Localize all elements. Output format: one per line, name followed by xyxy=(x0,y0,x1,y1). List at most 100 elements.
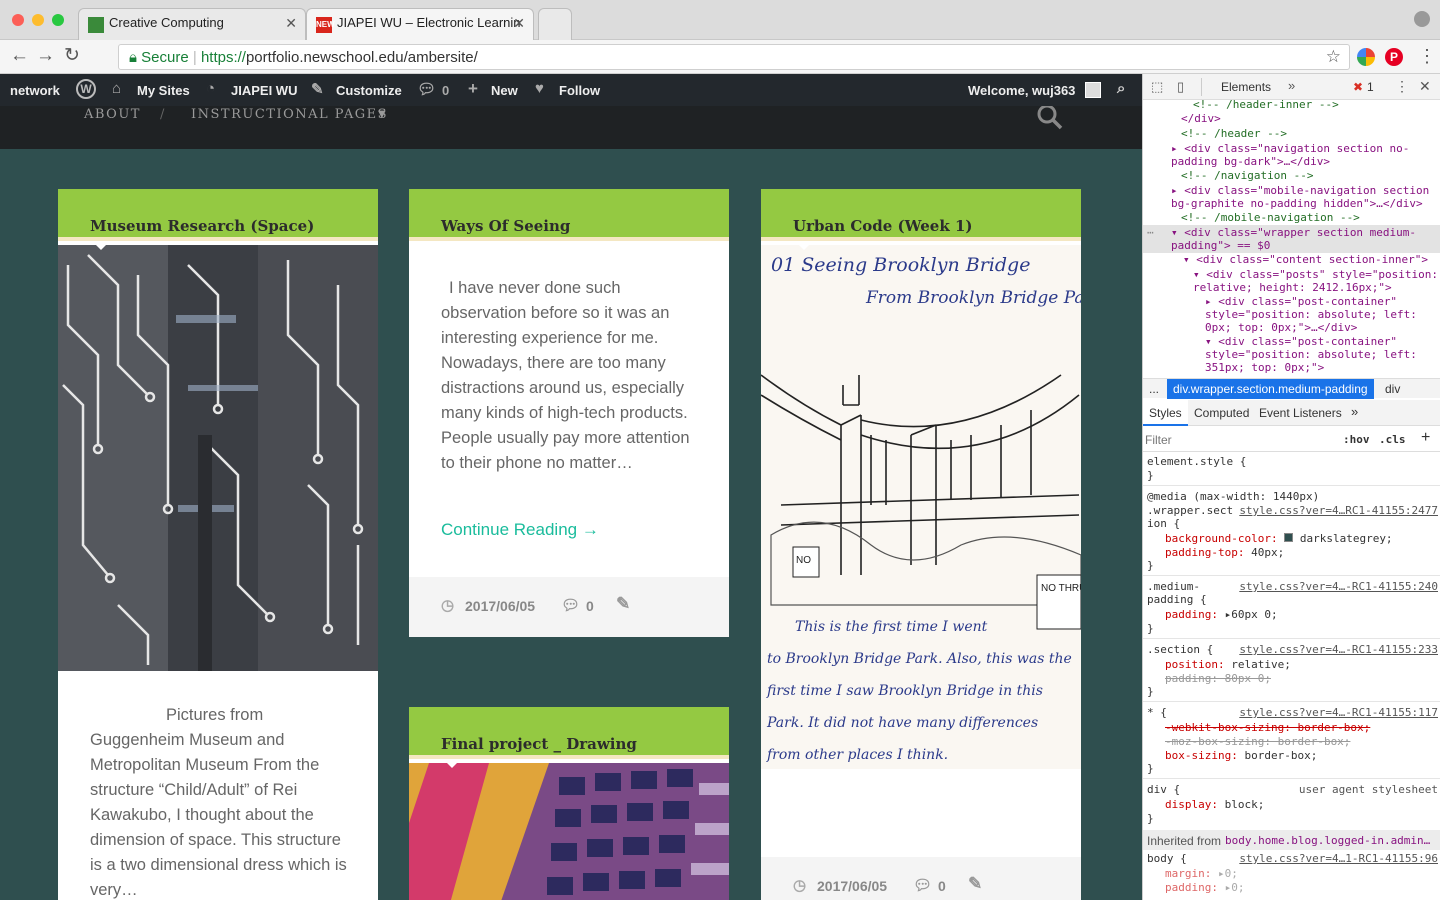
dom-node[interactable]: style="position: absolute; left: xyxy=(1205,348,1417,361)
more-sub-tabs-icon[interactable]: » xyxy=(1351,404,1358,419)
css-declaration-overridden[interactable]: -moz-box-sizing: border-box; xyxy=(1165,735,1350,748)
css-selector[interactable]: .wrapper.sect xyxy=(1147,504,1233,517)
tab-computed[interactable]: Computed xyxy=(1194,406,1249,420)
css-source-link[interactable]: style.css?ver=4…1-RC1-41155:96 xyxy=(1239,852,1438,865)
post-comment-count[interactable]: 0 xyxy=(586,598,594,614)
tab-elements[interactable]: Elements xyxy=(1221,80,1271,94)
dom-node[interactable]: <!-- /header-inner --> xyxy=(1193,98,1339,111)
post-thumbnail-sketch[interactable]: 01 Seeing Brooklyn Bridge From Brooklyn … xyxy=(761,245,1081,769)
dropdown-caret-icon[interactable]: ▼ xyxy=(378,109,387,120)
profile-icon[interactable] xyxy=(1414,11,1430,27)
dom-node[interactable]: style="position: absolute; left: xyxy=(1205,308,1417,321)
edit-post-icon[interactable]: ✎ xyxy=(968,874,982,894)
post-title[interactable]: Final project _ Drawing xyxy=(441,735,637,753)
class-toggle[interactable]: .cls xyxy=(1379,433,1406,446)
css-declaration-overridden[interactable]: padding: 80px 0; xyxy=(1165,672,1271,685)
device-toolbar-icon[interactable]: ▯ xyxy=(1177,79,1184,95)
admin-search-icon[interactable]: ⌕ xyxy=(1117,80,1125,97)
post-thumbnail[interactable] xyxy=(58,245,378,671)
nav-about-link[interactable]: ABOUT xyxy=(84,107,141,122)
error-icon[interactable]: ✖ xyxy=(1353,80,1363,94)
close-window-icon[interactable] xyxy=(12,14,24,26)
forward-icon[interactable]: → xyxy=(36,45,55,67)
styles-filter-input[interactable] xyxy=(1145,431,1325,449)
new-content-link[interactable]: New xyxy=(491,83,518,98)
css-declaration[interactable]: display: block; xyxy=(1165,798,1264,811)
address-bar[interactable]: 🔒︎ Secure | https://portfolio.newschool.… xyxy=(118,44,1350,70)
comments-count[interactable]: 0 xyxy=(442,83,449,98)
reload-icon[interactable]: ↻ xyxy=(64,45,80,67)
add-rule-icon[interactable]: + xyxy=(1421,429,1430,447)
welcome-user-link[interactable]: Welcome, wuj363 xyxy=(968,83,1075,98)
css-declaration[interactable]: box-sizing: border-box; xyxy=(1165,749,1317,762)
css-source-link[interactable]: style.css?ver=4…-RC1-41155:240 xyxy=(1239,580,1438,593)
breadcrumb-item[interactable]: div xyxy=(1385,382,1400,396)
post-date[interactable]: 2017/06/05 xyxy=(465,598,535,614)
post-comment-count[interactable]: 0 xyxy=(938,878,946,894)
menu-icon[interactable]: ⋮ xyxy=(1418,46,1436,67)
css-declaration[interactable]: padding: ▸60px 0; xyxy=(1165,608,1278,621)
dom-node[interactable]: padding"> == $0 xyxy=(1171,239,1270,252)
more-tabs-icon[interactable]: » xyxy=(1288,78,1295,93)
css-selector[interactable]: .medium- xyxy=(1147,580,1200,593)
dom-node[interactable]: bg-graphite no-padding hidden">…</div> xyxy=(1171,197,1423,210)
minimize-window-icon[interactable] xyxy=(32,14,44,26)
dom-node[interactable]: ▸ <div class="navigation section no- xyxy=(1171,142,1409,155)
css-selector[interactable]: div { xyxy=(1147,783,1180,796)
network-admin-link[interactable]: network xyxy=(10,83,60,98)
dom-node[interactable]: ▾ <div class="wrapper section medium- xyxy=(1171,226,1416,239)
edit-post-icon[interactable]: ✎ xyxy=(616,594,630,614)
tab-styles[interactable]: Styles xyxy=(1143,400,1188,426)
dom-node[interactable]: ▸ <div class="mobile-navigation section xyxy=(1171,184,1429,197)
dom-node[interactable]: ▾ <div class="post-container" xyxy=(1205,335,1397,348)
post-title[interactable]: Urban Code (Week 1) xyxy=(793,217,972,235)
hover-state-toggle[interactable]: :hov xyxy=(1343,433,1370,446)
follow-link[interactable]: Follow xyxy=(559,83,600,98)
css-declaration[interactable]: position: relative; xyxy=(1165,658,1291,671)
css-selector[interactable]: padding { xyxy=(1147,593,1207,606)
site-name-link[interactable]: JIAPEI WU xyxy=(231,83,297,98)
dom-node[interactable]: padding bg-dark">…</div> xyxy=(1171,155,1330,168)
css-declaration[interactable]: margin: ▸0; xyxy=(1165,867,1238,880)
devtools-menu-icon[interactable]: ⋮ xyxy=(1395,78,1409,95)
css-declaration[interactable]: padding-top: 40px; xyxy=(1165,546,1284,559)
post-date[interactable]: 2017/06/05 xyxy=(817,878,887,894)
color-swatch-icon[interactable] xyxy=(1284,533,1294,542)
tab-event-listeners[interactable]: Event Listeners xyxy=(1259,406,1342,420)
nav-instructional-pages-link[interactable]: INSTRUCTIONAL PAGES xyxy=(191,107,388,122)
breadcrumb-ellipsis[interactable]: ... xyxy=(1149,382,1159,396)
dom-node[interactable]: ▸ <div class="post-container" xyxy=(1205,295,1397,308)
back-icon[interactable]: ← xyxy=(10,45,29,67)
css-selector[interactable]: element.style { xyxy=(1147,455,1246,468)
css-selector[interactable]: ion { xyxy=(1147,517,1180,530)
css-source-link[interactable]: style.css?ver=4…RC1-41155:2477 xyxy=(1239,504,1438,517)
maximize-window-icon[interactable] xyxy=(52,14,64,26)
css-declaration-overridden[interactable]: -webkit-box-sizing: border-box; xyxy=(1165,721,1370,734)
close-tab-icon[interactable]: ✕ xyxy=(513,15,525,32)
wordpress-logo-icon[interactable]: W xyxy=(76,79,96,99)
tab-creative-computing[interactable]: Creative Computing ✕ xyxy=(78,8,306,40)
css-selector[interactable]: body { xyxy=(1147,852,1187,865)
css-source-link[interactable]: style.css?ver=4…-RC1-41155:117 xyxy=(1239,706,1438,719)
breadcrumb-selected[interactable]: div.wrapper.section.medium-padding xyxy=(1167,379,1374,399)
inspect-element-icon[interactable]: ⬚ xyxy=(1151,79,1163,95)
continue-reading-link[interactable]: Continue Reading → xyxy=(441,520,599,540)
dom-node[interactable]: <!-- /mobile-navigation --> xyxy=(1181,211,1360,224)
post-thumbnail[interactable] xyxy=(409,763,729,900)
avatar[interactable] xyxy=(1085,82,1101,98)
css-selector[interactable]: * { xyxy=(1147,706,1167,719)
site-search-icon[interactable] xyxy=(1036,106,1064,130)
css-selector[interactable]: .section { xyxy=(1147,643,1213,656)
dom-node[interactable]: 0px; top: 0px;">…</div> xyxy=(1205,321,1357,334)
my-sites-link[interactable]: My Sites xyxy=(137,83,190,98)
dom-node[interactable]: ▾ <div class="content section-inner"> xyxy=(1183,253,1428,266)
customize-link[interactable]: Customize xyxy=(336,83,402,98)
dom-node[interactable]: 351px; top: 0px;"> xyxy=(1205,361,1324,374)
css-declaration[interactable]: background-color: darkslategrey; xyxy=(1165,532,1393,545)
close-devtools-icon[interactable]: ✕ xyxy=(1419,78,1431,95)
dom-node[interactable]: ▾ <div class="posts" style="position: xyxy=(1193,268,1438,281)
dom-node[interactable]: <!-- /header --> xyxy=(1181,127,1287,140)
dom-node[interactable]: </div> xyxy=(1181,112,1221,125)
pinterest-icon[interactable]: P xyxy=(1385,48,1403,66)
error-count[interactable]: 1 xyxy=(1367,80,1374,94)
